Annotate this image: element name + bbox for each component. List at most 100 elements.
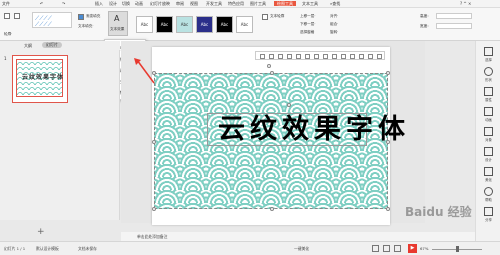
resize-handle[interactable] (152, 140, 156, 144)
toolbar-icon[interactable] (368, 54, 373, 59)
share-icon[interactable] (484, 207, 493, 216)
style-sample-5[interactable]: Abc (216, 16, 233, 33)
notes-area[interactable]: 单击此处添加备注 (121, 232, 475, 241)
slide-thumbnail[interactable]: 云纹效果字体 (12, 55, 68, 103)
menu-insert[interactable]: 插入 (95, 1, 103, 6)
text-rotate-handle-icon[interactable] (287, 103, 291, 107)
cloud-effect-text[interactable]: 云纹效果字体 (218, 113, 405, 147)
edit-shape-icon[interactable] (14, 13, 20, 19)
toolbar-icon[interactable] (287, 54, 292, 59)
fill-icon[interactable] (78, 14, 84, 20)
text-effect-icon: A (114, 14, 120, 23)
red-arrow-icon (134, 58, 155, 84)
toolbar-icon[interactable] (350, 54, 355, 59)
resize-handle[interactable] (152, 207, 156, 211)
shape-style-gallery[interactable]: ⟋⟋⟋⟋ ⟋⟋⟋⟋ (32, 12, 72, 28)
play-icon[interactable]: ▶ (408, 244, 417, 253)
design-icon[interactable] (484, 147, 493, 156)
toolbar-icon[interactable] (341, 54, 346, 59)
shape-panel-icon[interactable] (484, 67, 493, 76)
theme-name: 默认设计模板 (36, 246, 59, 251)
menu-transition[interactable]: 切换 (122, 1, 130, 6)
menu-drawing-tools[interactable]: 绘图工具 (274, 1, 296, 6)
toolbar-icon[interactable] (323, 54, 328, 59)
text-box-icon[interactable] (262, 14, 268, 20)
toolbar-icon[interactable] (278, 54, 283, 59)
undo-icon[interactable]: ↶ (40, 1, 43, 6)
beautify-button[interactable]: 一键美化 (294, 246, 309, 252)
menu-view[interactable]: 视图 (190, 1, 198, 6)
window-controls[interactable]: ? ^ × (460, 1, 471, 6)
shape-icon[interactable] (4, 13, 10, 19)
rp-label-select: 选择 (485, 58, 492, 62)
sorter-view-icon[interactable] (383, 245, 390, 252)
backup-status[interactable]: 文档未保存 (78, 246, 97, 252)
rp-label-beautify: 美化 (485, 178, 492, 182)
object-icon[interactable] (484, 127, 493, 136)
resize-handle[interactable] (270, 207, 274, 211)
help-icon[interactable] (484, 187, 493, 196)
menu-design[interactable]: 设计 (109, 1, 117, 6)
rp-label-shape: 形状 (485, 78, 492, 82)
menu-animation[interactable]: 动画 (135, 1, 143, 6)
text-outline-label[interactable]: 文本轮廓 (270, 14, 284, 19)
redo-icon[interactable]: ↷ (62, 1, 65, 6)
style-sample-6[interactable]: Abc (236, 16, 253, 33)
text-effect-button[interactable]: A 文本效果 (108, 11, 128, 36)
zoom-level: 67% (420, 246, 429, 251)
tab-slides[interactable]: 幻灯片 (42, 42, 62, 48)
animation-icon[interactable] (484, 107, 493, 116)
normal-view-icon[interactable] (372, 245, 379, 252)
toolbar-icon[interactable] (269, 54, 274, 59)
style-sample-4[interactable]: Abc (196, 16, 213, 33)
style-sample-3[interactable]: Abc (176, 16, 193, 33)
reading-view-icon[interactable] (394, 245, 401, 252)
text-fill-label[interactable]: 文本填充· (78, 24, 94, 29)
toolbar-icon[interactable] (305, 54, 310, 59)
rp-label-help: 帮助 (485, 198, 492, 202)
group-menu[interactable]: 组合· (330, 22, 338, 27)
menu-text-tools[interactable]: 文本工具 (302, 1, 318, 6)
ribbon-toolbar: ⟋⟋⟋⟋ ⟋⟋⟋⟋ 轮廓· 渐变填充 文本填充· A 文本效果 Abc Abc … (0, 8, 500, 41)
arrange-down[interactable]: 下移一层· (300, 22, 316, 27)
right-task-panel: 选择 形状 属性 动画 对象 设计 美化 帮助 分享 (475, 41, 500, 241)
resize-handle[interactable] (386, 207, 390, 211)
menu-special[interactable]: 特色应用 (228, 1, 244, 6)
style-sample-2[interactable]: Abc (156, 16, 173, 33)
toolbar-icon[interactable] (332, 54, 337, 59)
height-input[interactable] (436, 13, 472, 19)
rotate-menu[interactable]: 旋转· (330, 30, 338, 35)
resize-handle[interactable] (270, 71, 274, 75)
toolbar-icon[interactable] (314, 54, 319, 59)
menu-devtools[interactable]: 开发工具 (206, 1, 222, 6)
search-label[interactable]: ⌕查找 (330, 1, 340, 6)
toolbar-icon[interactable] (377, 54, 382, 59)
style-sample-1[interactable]: Abc (136, 16, 153, 33)
rp-label-share: 分享 (485, 218, 492, 222)
menu-slideshow[interactable]: 幻灯片放映 (150, 1, 170, 6)
rp-label-design: 设计 (485, 158, 492, 162)
tab-outline[interactable]: 大纲 (24, 43, 32, 49)
selection-pane[interactable]: 选择窗格 (300, 30, 314, 35)
width-input[interactable] (436, 23, 472, 29)
rp-label-animation: 动画 (485, 118, 492, 122)
floating-toolbar (255, 51, 385, 60)
preset-fill-label[interactable]: 渐变填充 (86, 14, 100, 19)
outline-label[interactable]: 轮廓· (4, 32, 12, 37)
menu-review[interactable]: 审阅 (176, 1, 184, 6)
file-menu[interactable]: 文件 (2, 1, 10, 6)
toolbar-icon[interactable] (296, 54, 301, 59)
toolbar-icon[interactable] (260, 54, 265, 59)
toolbar-icon[interactable] (359, 54, 364, 59)
zoom-slider-thumb[interactable] (456, 246, 459, 252)
rotate-handle-icon[interactable] (267, 64, 271, 68)
properties-icon[interactable] (484, 87, 493, 96)
beautify-icon[interactable] (484, 167, 493, 176)
rp-label-properties: 属性 (485, 98, 492, 102)
add-slide-button[interactable]: + (37, 227, 45, 237)
resize-handle[interactable] (386, 71, 390, 75)
align-menu[interactable]: 对齐· (330, 14, 338, 19)
select-icon[interactable] (484, 47, 493, 56)
menu-picture-tools[interactable]: 图片工具 (250, 1, 266, 6)
arrange-up[interactable]: 上移一层· (300, 14, 316, 19)
